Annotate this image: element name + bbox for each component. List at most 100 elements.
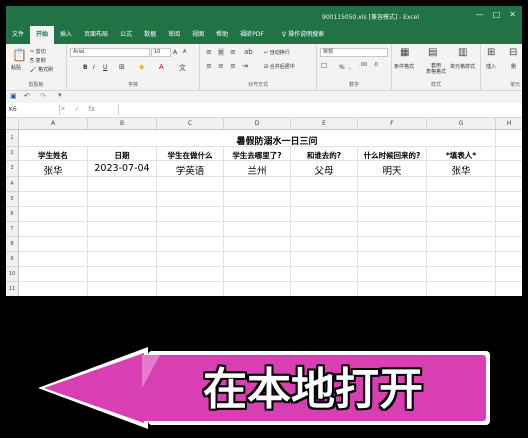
- number-format-select[interactable]: 常规: [320, 48, 388, 57]
- minimize-icon[interactable]: —: [476, 10, 484, 19]
- grow-font-button[interactable]: A: [173, 49, 177, 56]
- row-header-6[interactable]: 6: [6, 207, 19, 222]
- underline-button[interactable]: U: [103, 64, 107, 71]
- cut-button[interactable]: ✂ 剪切: [30, 48, 46, 55]
- delete-cells-button[interactable]: 删: [511, 63, 516, 70]
- formula-input[interactable]: [118, 104, 518, 115]
- percent-button[interactable]: %: [339, 64, 345, 71]
- paste-icon[interactable]: 📋: [12, 48, 27, 62]
- row-header-9[interactable]: 9: [6, 252, 19, 267]
- table-format-icon[interactable]: ▤: [428, 47, 437, 58]
- font-color-icon[interactable]: A: [159, 63, 164, 71]
- conditional-format-icon[interactable]: ▦: [400, 47, 409, 58]
- font-name-select[interactable]: Arial: [70, 48, 150, 57]
- enter-icon[interactable]: ✓: [74, 105, 80, 113]
- tab-data[interactable]: 数据: [138, 26, 162, 44]
- cell-style-button[interactable]: 单元格样式: [450, 63, 475, 70]
- column-header-c[interactable]: C: [157, 118, 224, 130]
- shrink-font-button[interactable]: A: [183, 49, 186, 55]
- row-header-4[interactable]: 4: [6, 177, 19, 192]
- value-cell-b3[interactable]: 2023-07-04: [88, 163, 156, 174]
- cell-style-icon[interactable]: ▥: [458, 47, 467, 58]
- name-box[interactable]: K6: [6, 105, 60, 115]
- value-cell-d3[interactable]: 兰州: [224, 163, 290, 177]
- row-header-3[interactable]: 3: [6, 161, 19, 177]
- undo-icon[interactable]: ↶: [24, 92, 30, 100]
- table-format-button[interactable]: 套用 表格格式: [426, 63, 446, 75]
- align-bottom-icon[interactable]: ≡: [230, 48, 236, 56]
- column-header-f[interactable]: F: [358, 118, 427, 130]
- decrease-decimal-icon[interactable]: .0: [373, 62, 378, 68]
- column-header-e[interactable]: E: [291, 118, 358, 130]
- header-cell-e2[interactable]: 和谁去的?: [291, 150, 357, 161]
- header-cell-b2[interactable]: 日期: [88, 150, 156, 161]
- value-cell-g3[interactable]: 张华: [427, 163, 495, 177]
- redo-icon[interactable]: ↷: [40, 92, 46, 100]
- maximize-icon[interactable]: □: [493, 10, 501, 19]
- format-painter-button[interactable]: 🖌 格式刷: [30, 66, 53, 73]
- tab-home[interactable]: 开始: [30, 26, 55, 44]
- row-header-10[interactable]: 10: [6, 267, 19, 282]
- row-header-2[interactable]: 2: [6, 147, 19, 161]
- wrap-text-button[interactable]: ↵ 自动换行: [264, 49, 290, 56]
- column-header-a[interactable]: A: [19, 118, 88, 130]
- orientation-icon[interactable]: ab: [244, 48, 253, 56]
- tab-insert[interactable]: 插入: [54, 26, 78, 44]
- header-cell-g2[interactable]: *填表人*: [427, 150, 495, 161]
- bold-button[interactable]: B: [83, 64, 88, 71]
- header-cell-d2[interactable]: 学生去哪里了?: [224, 150, 290, 161]
- row-header-5[interactable]: 5: [6, 192, 19, 207]
- tab-page-layout[interactable]: 页面布局: [78, 26, 114, 44]
- fill-color-icon[interactable]: ◆: [139, 63, 144, 71]
- value-cell-a3[interactable]: 张华: [19, 163, 87, 177]
- tab-foxit-pdf[interactable]: 福昕PDF: [234, 26, 270, 44]
- row-header-7[interactable]: 7: [6, 222, 19, 237]
- value-cell-f3[interactable]: 明天: [358, 163, 426, 177]
- italic-button[interactable]: I: [93, 64, 95, 71]
- tab-formulas[interactable]: 公式: [114, 26, 138, 44]
- row-header-11[interactable]: 11: [6, 282, 19, 296]
- align-left-icon[interactable]: ≡: [206, 62, 212, 70]
- indent-icon[interactable]: ⇥: [242, 62, 248, 70]
- paste-button[interactable]: 粘贴: [11, 64, 21, 71]
- insert-cells-icon[interactable]: ⊞: [487, 47, 495, 58]
- delete-cells-icon[interactable]: ⊟: [509, 47, 517, 58]
- copy-button[interactable]: ⎘ 复制: [30, 57, 46, 64]
- cancel-icon[interactable]: ✕: [60, 105, 66, 113]
- align-center-icon[interactable]: ≡: [218, 62, 224, 70]
- value-cell-e3[interactable]: 父母: [291, 163, 357, 177]
- column-header-b[interactable]: B: [88, 118, 157, 130]
- align-top-icon[interactable]: ≡: [206, 48, 212, 56]
- select-all-corner[interactable]: [6, 118, 19, 130]
- column-header-d[interactable]: D: [224, 118, 291, 130]
- phonetic-icon[interactable]: 文: [179, 63, 186, 73]
- comma-button[interactable]: ,: [349, 64, 351, 71]
- close-icon[interactable]: ✕: [509, 10, 516, 19]
- font-size-select[interactable]: 10: [151, 48, 171, 57]
- row-header-1[interactable]: 1: [6, 130, 19, 147]
- customize-qat-icon[interactable]: ▾: [58, 91, 62, 99]
- fx-icon[interactable]: fx: [88, 105, 95, 113]
- save-icon[interactable]: ▣: [10, 92, 17, 100]
- insert-cells-button[interactable]: 插入: [486, 63, 496, 70]
- border-icon[interactable]: ⊞: [119, 63, 125, 71]
- tab-review[interactable]: 审阅: [162, 26, 186, 44]
- merge-center-button[interactable]: ⊟ 合并后居中: [264, 63, 295, 70]
- value-cell-c3[interactable]: 学英语: [157, 163, 223, 177]
- tell-me-search[interactable]: ♀ 操作说明搜索: [276, 26, 330, 44]
- align-right-icon[interactable]: ≡: [230, 62, 236, 70]
- currency-icon[interactable]: ☐: [321, 62, 327, 70]
- align-middle-icon[interactable]: ≡: [218, 48, 224, 56]
- increase-decimal-icon[interactable]: .00: [359, 62, 367, 68]
- tab-help[interactable]: 帮助: [210, 26, 234, 44]
- sheet-title-cell[interactable]: 暑假防溺水一日三问: [122, 134, 432, 147]
- conditional-format-button[interactable]: 条件格式: [394, 63, 414, 70]
- open-locally-label[interactable]: 在本地打开: [168, 358, 458, 422]
- tab-file[interactable]: 文件: [6, 26, 30, 44]
- column-header-g[interactable]: G: [427, 118, 496, 130]
- header-cell-f2[interactable]: 什么时候回来的?: [358, 150, 426, 161]
- row-header-8[interactable]: 8: [6, 237, 19, 252]
- column-header-h[interactable]: H: [496, 118, 522, 130]
- tab-view[interactable]: 视图: [186, 26, 210, 44]
- header-cell-c2[interactable]: 学生在做什么: [157, 150, 223, 161]
